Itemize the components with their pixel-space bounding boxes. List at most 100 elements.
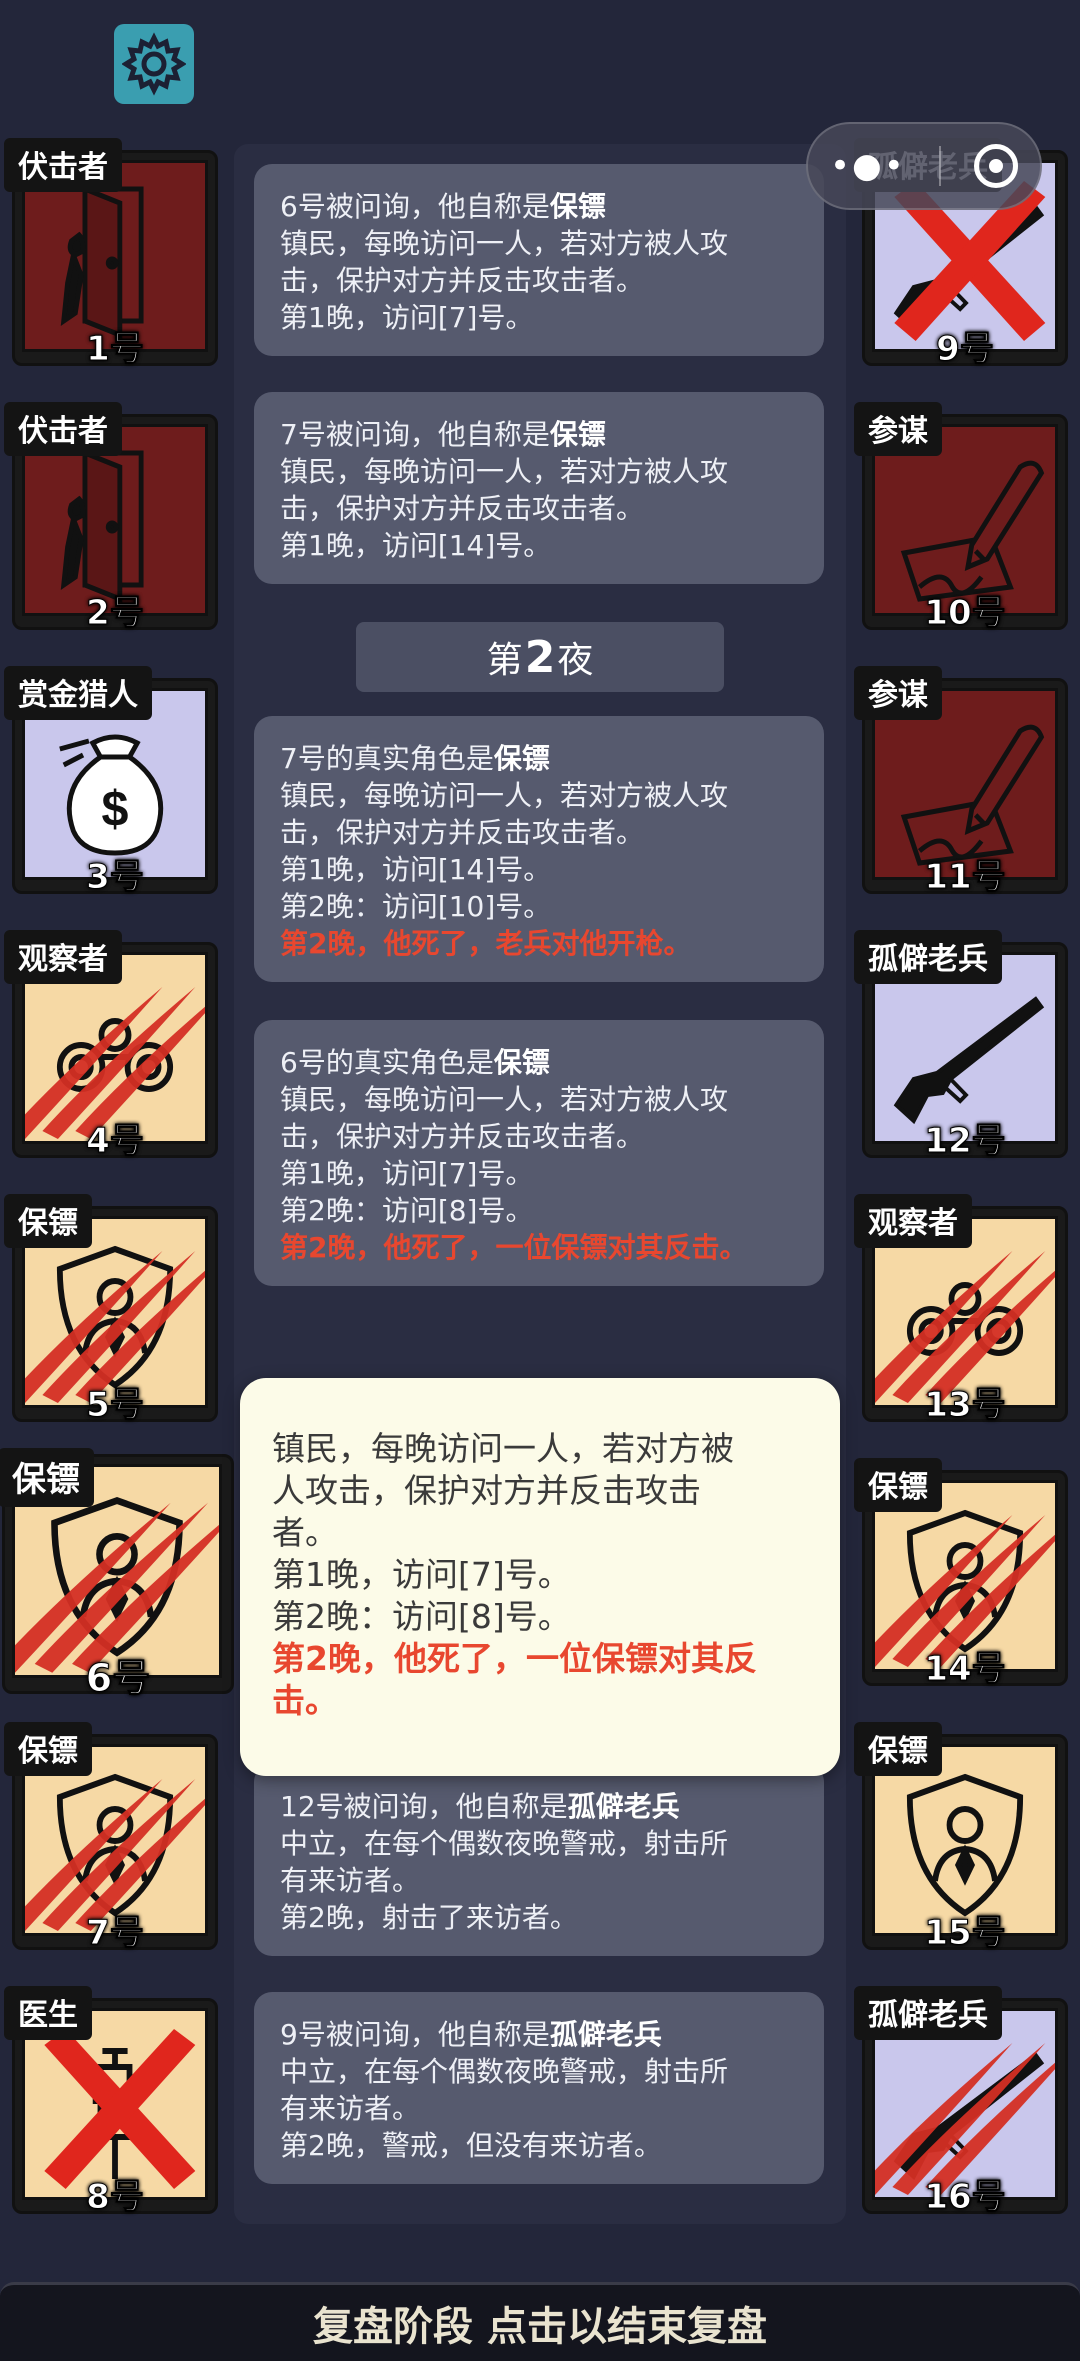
message-head: 6号的真实角色是保镖: [280, 1044, 798, 1081]
night-prefix: 第: [486, 640, 523, 681]
role-label: 医生: [4, 1986, 92, 2040]
message-head: 6号被问询，他自称是保镖: [280, 188, 798, 225]
player-card[interactable]: 伏击者 1号: [4, 138, 218, 370]
role-label: 保镖: [4, 1722, 92, 1776]
target-icon[interactable]: [974, 144, 1018, 188]
player-number: 5号: [86, 1385, 145, 1426]
message-death-note: 第2晚，他死了，老兵对他开枪。: [280, 927, 692, 960]
message-head: 9号被问询，他自称是孤僻老兵: [280, 2016, 798, 2053]
mini-program-capsule: •●•: [806, 122, 1042, 210]
player-number: 7号: [86, 1913, 145, 1954]
role-label: 赏金猎人: [4, 666, 152, 720]
popup-line: 第1晚，访问[7]号。: [272, 1555, 571, 1594]
message-line: 第2晚，警戒，但没有来访者。: [280, 2129, 662, 2162]
message-line: 中立，在每个偶数夜晚警戒，射击所: [280, 2055, 729, 2088]
player-number: 13号: [924, 1385, 1006, 1426]
message-head-text: 7号的真实角色是: [280, 742, 494, 775]
night-suffix: 夜: [557, 640, 594, 681]
role-label: 保镖: [854, 1458, 942, 1512]
player-number: 4号: [86, 1121, 145, 1162]
message-line: 镇民，每晚访问一人，若对方被人攻: [280, 227, 729, 260]
player-card[interactable]: 保镖 15号: [854, 1722, 1068, 1954]
player-card[interactable]: 保镖 5号: [4, 1194, 218, 1426]
player-card[interactable]: 孤僻老兵 12号: [854, 930, 1068, 1162]
role-label: 伏击者: [4, 402, 122, 456]
player-number: 16号: [924, 2177, 1006, 2218]
message-head: 7号的真实角色是保镖: [280, 740, 798, 777]
end-review-label: 复盘阶段 点击以结束复盘: [313, 2304, 767, 2350]
message-head-role: 保镖: [493, 1046, 550, 1079]
player-number: 10号: [924, 593, 1006, 634]
message-line: 中立，在每个偶数夜晚警戒，射击所: [280, 1827, 729, 1860]
role-label: 观察者: [854, 1194, 972, 1248]
player-card[interactable]: 参谋 11号: [854, 666, 1068, 898]
player-number: 11号: [924, 857, 1006, 898]
popup-lines: 镇民，每晚访问一人，若对方被 人攻击，保护对方并反击攻击 者。 第1晚，访问[7]号。…: [272, 1428, 808, 1638]
message-line: 击，保护对方并反击攻击者。: [280, 1120, 645, 1153]
message-head-role: 孤僻老兵: [549, 2018, 662, 2051]
gear-icon: [122, 32, 186, 96]
message-line: 有来访者。: [280, 2092, 421, 2125]
end-review-button[interactable]: 复盘阶段 点击以结束复盘: [0, 2282, 1080, 2361]
role-label: 保镖: [0, 1448, 94, 1507]
log-message[interactable]: 7号的真实角色是保镖 镇民，每晚访问一人，若对方被人攻 击，保护对方并反击攻击者。第…: [254, 716, 824, 982]
player-card[interactable]: 保镖 6号: [0, 1448, 234, 1701]
message-line: 击，保护对方并反击攻击者。: [280, 264, 645, 297]
message-line: 镇民，每晚访问一人，若对方被人攻: [280, 1083, 729, 1116]
role-label: 参谋: [854, 402, 942, 456]
popup-death-note: 第2晚，他死了，一位保镖对其反击。: [272, 1639, 757, 1720]
game-screen: 伏击者 1号 伏击者 2号 $ 赏金猎人 3号 观察者 4号 保镖 5号 保镖 …: [0, 0, 1080, 2361]
player-card[interactable]: 参谋 10号: [854, 402, 1068, 634]
role-label: 观察者: [4, 930, 122, 984]
message-head: 12号被问询，他自称是孤僻老兵: [280, 1788, 798, 1825]
role-detail-popup[interactable]: 镇民，每晚访问一人，若对方被 人攻击，保护对方并反击攻击 者。 第1晚，访问[7]号。…: [240, 1378, 840, 1776]
popup-line: 第2晚：访问[8]号。: [272, 1597, 571, 1636]
player-number: 3号: [86, 857, 145, 898]
message-line: 镇民，每晚访问一人，若对方被人攻: [280, 455, 729, 488]
player-number: 2号: [86, 593, 145, 634]
player-card[interactable]: 孤僻老兵 16号: [854, 1986, 1068, 2218]
message-line: 第2晚，射击了来访者。: [280, 1901, 578, 1934]
role-label: 孤僻老兵: [854, 1986, 1002, 2040]
message-head: 7号被问询，他自称是保镖: [280, 416, 798, 453]
player-number: 6号: [85, 1656, 151, 1701]
message-head-role: 保镖: [549, 418, 606, 451]
player-number: 1号: [86, 329, 145, 370]
message-line: 击，保护对方并反击攻击者。: [280, 492, 645, 525]
settings-button[interactable]: [114, 24, 194, 104]
player-number: 14号: [924, 1649, 1006, 1690]
log-message[interactable]: 6号被问询，他自称是保镖 镇民，每晚访问一人，若对方被人攻 击，保护对方并反击攻击者…: [254, 164, 824, 356]
player-card[interactable]: 观察者 4号: [4, 930, 218, 1162]
player-card[interactable]: 伏击者 2号: [4, 402, 218, 634]
message-line: 第1晚，访问[14]号。: [280, 853, 552, 886]
role-label: 伏击者: [4, 138, 122, 192]
player-card[interactable]: 医生 8号: [4, 1986, 218, 2218]
svg-text:$: $: [102, 781, 129, 837]
role-label: 孤僻老兵: [854, 930, 1002, 984]
message-line: 第1晚，访问[7]号。: [280, 1157, 534, 1190]
player-card[interactable]: 保镖 7号: [4, 1722, 218, 1954]
role-label: 参谋: [854, 666, 942, 720]
player-card[interactable]: 观察者 13号: [854, 1194, 1068, 1426]
player-card[interactable]: $ 赏金猎人 3号: [4, 666, 218, 898]
message-head-role: 保镖: [549, 190, 606, 223]
player-card[interactable]: 保镖 14号: [854, 1458, 1068, 1690]
more-dots-icon[interactable]: •●•: [830, 149, 906, 183]
message-head-text: 6号的真实角色是: [280, 1046, 494, 1079]
message-head-text: 7号被问询，他自称是: [280, 418, 550, 451]
popup-line: 镇民，每晚访问一人，若对方被: [272, 1429, 734, 1468]
log-message[interactable]: 6号的真实角色是保镖 镇民，每晚访问一人，若对方被人攻 击，保护对方并反击攻击者。第…: [254, 1020, 824, 1286]
log-message[interactable]: 9号被问询，他自称是孤僻老兵 中立，在每个偶数夜晚警戒，射击所 有来访者。 第2晚，警…: [254, 1992, 824, 2184]
message-head-text: 6号被问询，他自称是: [280, 190, 550, 223]
night-number: 2: [524, 631, 556, 683]
night-divider: 第2夜: [356, 622, 724, 692]
player-number: 9号: [936, 329, 995, 370]
message-line: 有来访者。: [280, 1864, 421, 1897]
log-message[interactable]: 12号被问询，他自称是孤僻老兵 中立，在每个偶数夜晚警戒，射击所 有来访者。第2晚，…: [254, 1764, 824, 1956]
role-label: 保镖: [854, 1722, 942, 1776]
player-number: 8号: [86, 2177, 145, 2218]
message-head-text: 9号被问询，他自称是: [280, 2018, 550, 2051]
log-message[interactable]: 7号被问询，他自称是保镖 镇民，每晚访问一人，若对方被人攻 击，保护对方并反击攻击者…: [254, 392, 824, 584]
message-line: 第1晚，访问[14]号。: [280, 529, 552, 562]
message-line: 击，保护对方并反击攻击者。: [280, 816, 645, 849]
